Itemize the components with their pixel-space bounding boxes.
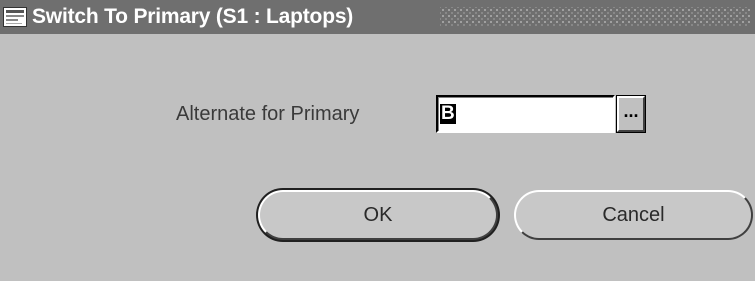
title-bar[interactable]: Switch To Primary (S1 : Laptops) <box>0 0 755 34</box>
ok-button[interactable]: OK <box>258 190 498 240</box>
alternate-for-primary-field[interactable] <box>436 95 615 133</box>
switch-to-primary-dialog: Switch To Primary (S1 : Laptops) Alterna… <box>0 0 755 281</box>
cancel-button[interactable]: Cancel <box>514 190 753 240</box>
title-bar-pattern <box>440 7 750 27</box>
alternate-for-primary-value: B <box>440 103 456 124</box>
list-of-values-button[interactable]: ... <box>616 95 646 133</box>
ok-button-label: OK <box>363 203 393 226</box>
cancel-button-label: Cancel <box>602 203 665 226</box>
window-title: Switch To Primary (S1 : Laptops) <box>32 5 354 28</box>
alternate-for-primary-label: Alternate for Primary <box>176 103 360 125</box>
oracle-app-icon <box>3 7 27 27</box>
